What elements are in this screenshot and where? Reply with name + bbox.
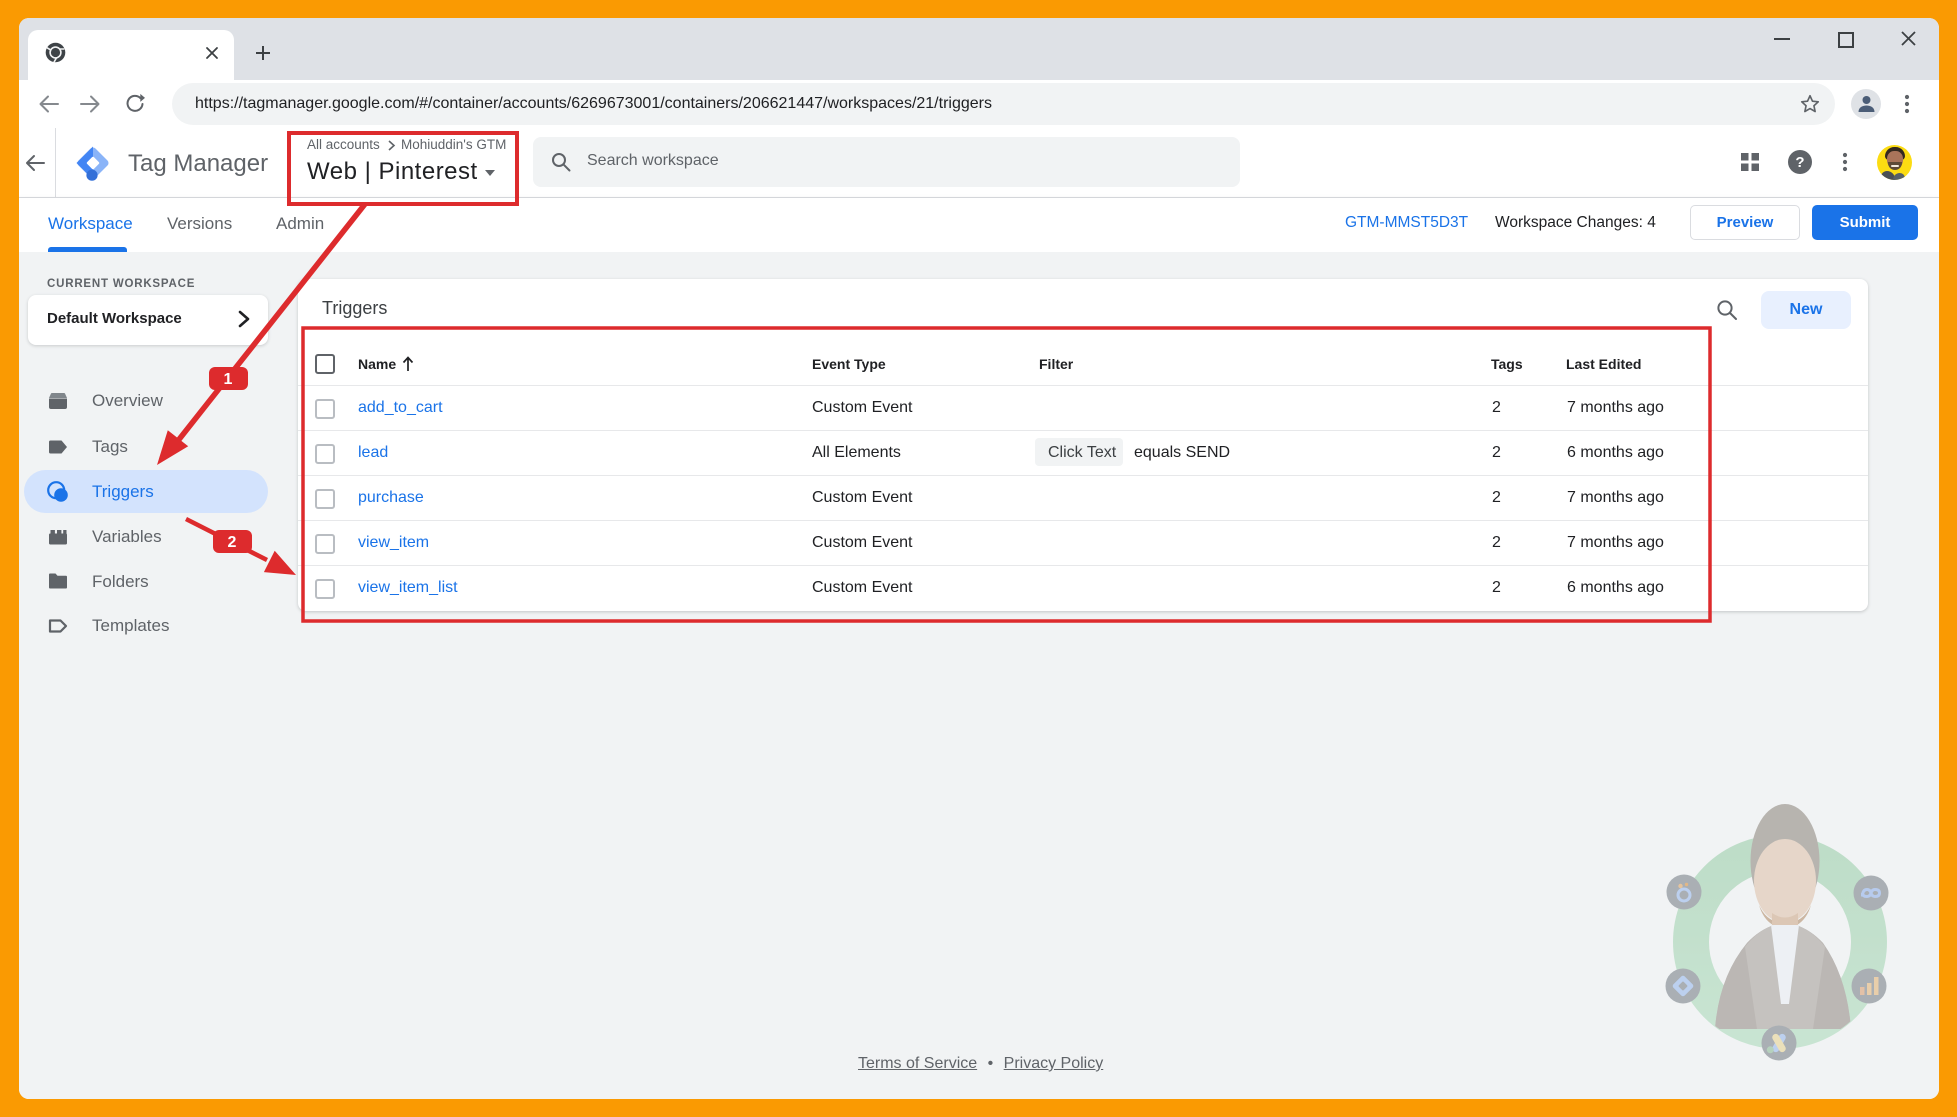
svg-text:2: 2	[228, 534, 237, 551]
svg-text:1: 1	[224, 371, 233, 388]
